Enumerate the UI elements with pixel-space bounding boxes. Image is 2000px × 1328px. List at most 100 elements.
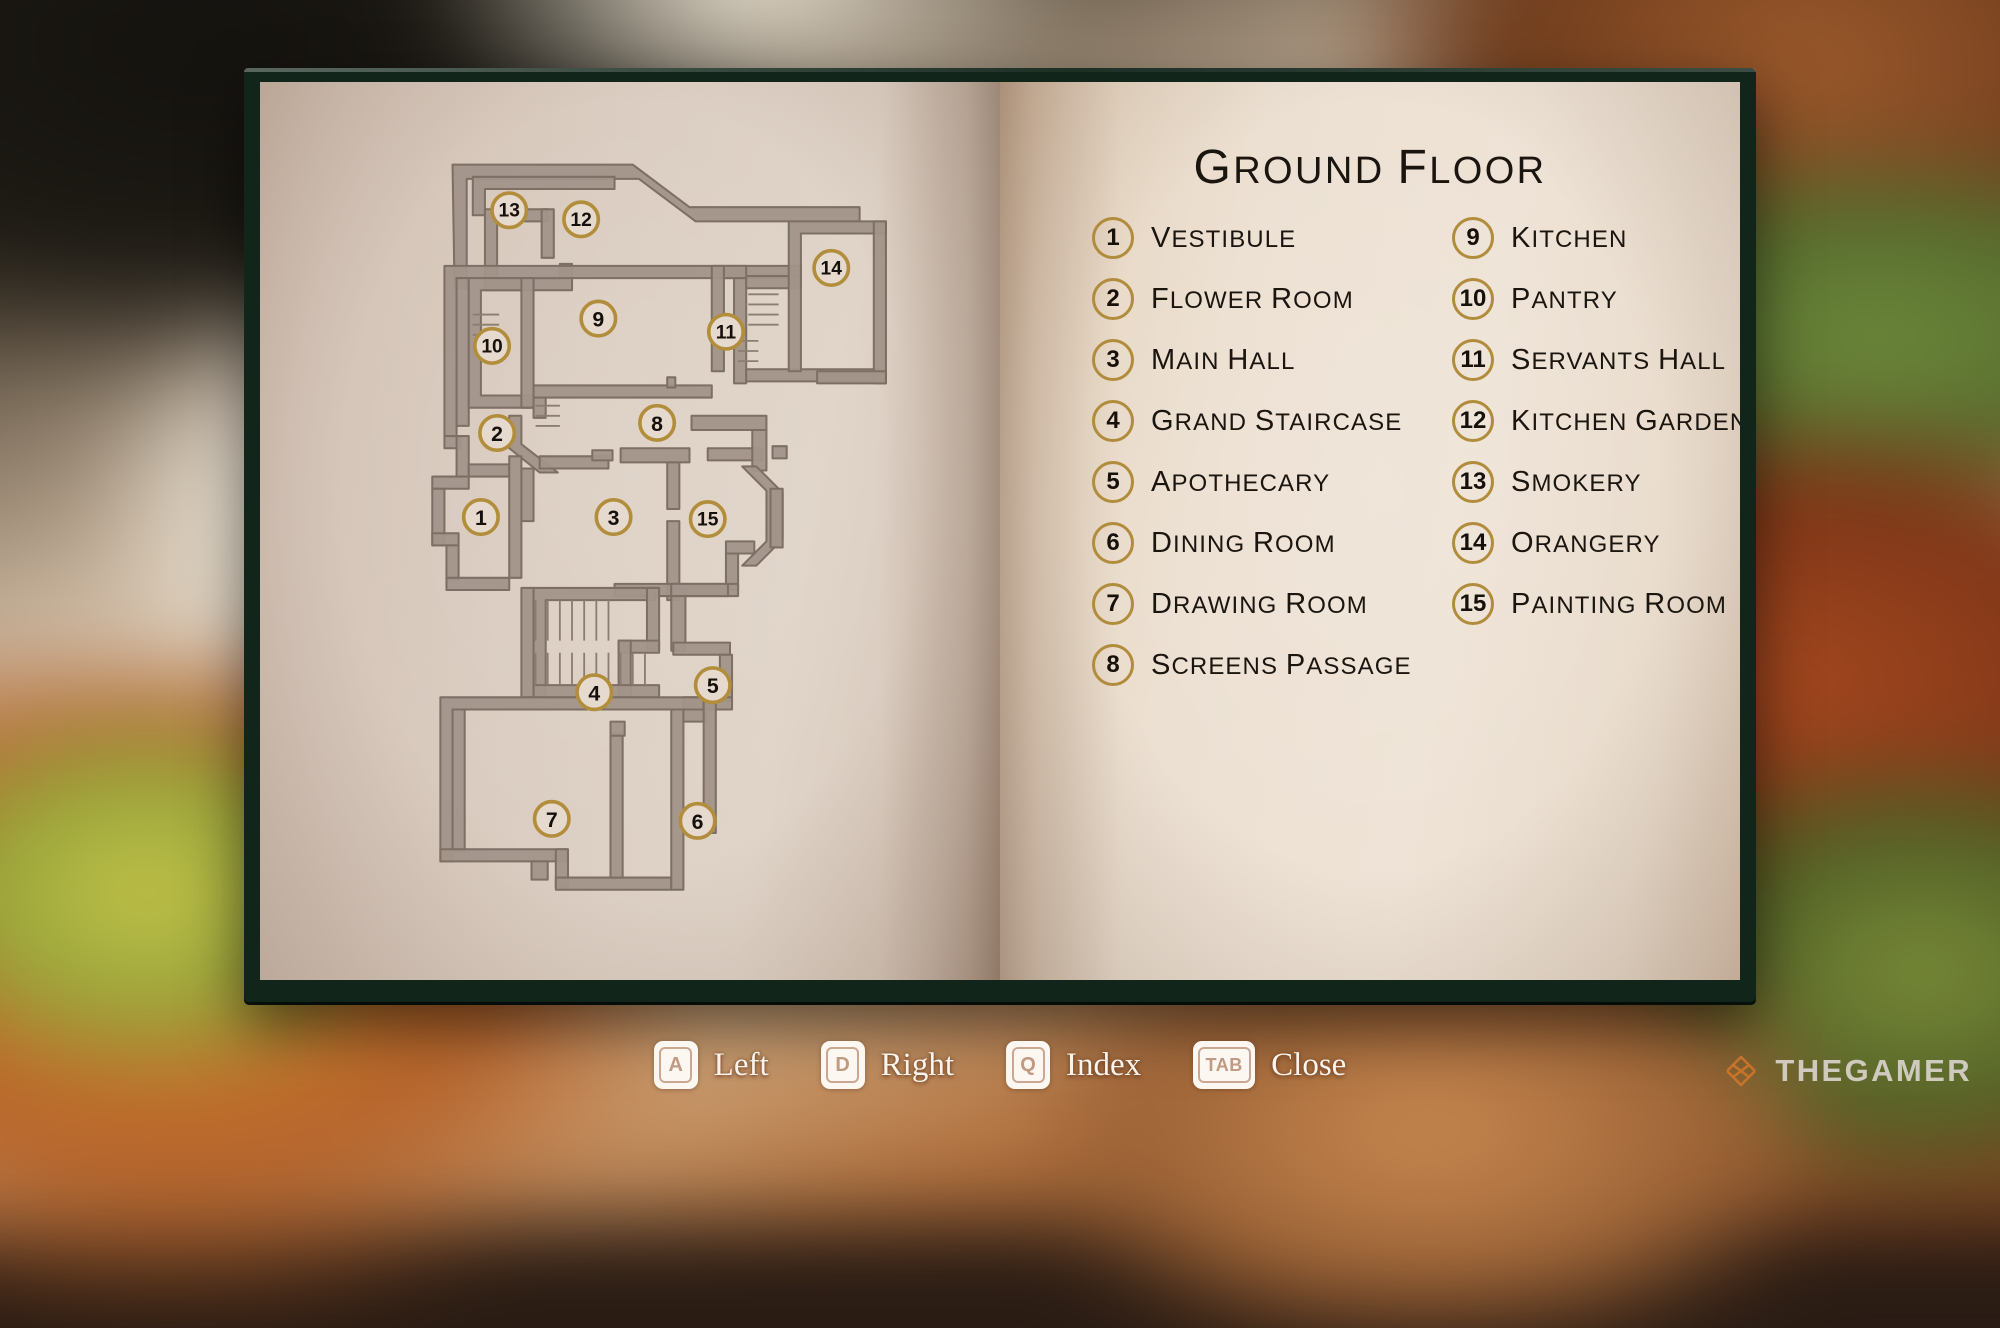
book-cover-highlight [244,68,1756,72]
map-marker: 2 [478,413,517,453]
map-marker: 9 [579,299,618,338]
legend-label: SERVANTS HALL [1511,343,1727,376]
svg-text:9: 9 [592,308,604,332]
map-marker: 14 [812,248,851,287]
legend-label: APOTHECARY [1151,465,1331,498]
map-marker: 8 [638,403,677,442]
map-marker: 13 [490,191,529,230]
svg-text:6: 6 [692,810,704,834]
legend-item[interactable]: 2 FLOWER ROOM [1092,275,1392,323]
svg-text:13: 13 [499,201,520,222]
key-d-icon: D [820,1041,865,1089]
key-tab-icon: TAB [1193,1041,1256,1089]
legend-label: DRAWING ROOM [1151,587,1368,620]
legend-number: 8 [1092,644,1134,686]
watermark: THEGAMER [1721,1051,1972,1091]
book-pages: 1 2 3 4 5 6 7 8 9 10 11 12 13 14 15 GROU… [260,82,1740,980]
svg-text:4: 4 [588,681,600,705]
legend-label: GRAND STAIRCASE [1151,404,1403,437]
legend-item[interactable]: 10 PANTRY [1452,275,1740,323]
legend-label: MAIN HALL [1151,343,1296,376]
control-hint-left[interactable]: A Left [653,1041,769,1089]
map-marker: 11 [706,312,745,351]
map-marker: 1 [461,498,500,537]
legend-label: KITCHEN [1511,221,1628,254]
legend-number: 15 [1452,583,1494,625]
map-marker: 6 [678,801,717,840]
svg-text:12: 12 [570,210,591,231]
control-label: Right [880,1046,954,1083]
svg-text:1: 1 [475,506,487,530]
svg-text:14: 14 [821,258,843,279]
legend-item[interactable]: 7 DRAWING ROOM [1092,580,1392,628]
legend-number: 13 [1452,461,1494,503]
legend-label: PAINTING ROOM [1511,587,1727,620]
svg-text:2: 2 [491,422,503,446]
legend-item[interactable]: 11 SERVANTS HALL [1452,336,1740,384]
legend-number: 6 [1092,522,1134,564]
control-hint-index[interactable]: Q Index [1006,1041,1141,1089]
legend-item[interactable]: 4 GRAND STAIRCASE [1092,397,1401,445]
control-hint-close[interactable]: TAB Close [1193,1041,1346,1089]
map-marker: 10 [472,326,512,365]
legend-number: 5 [1092,461,1134,503]
page-title: GROUND FLOOR [1193,141,1547,194]
map-marker: 12 [562,200,601,239]
legend-item[interactable]: 13 SMOKERY [1452,458,1740,506]
legend-number: 11 [1452,339,1494,381]
control-hint-bar: A Left D Right Q Index TAB Close [0,1035,2000,1095]
legend-column-right: 9 KITCHEN 10 PANTRY 11 SERVANTS HALL 12 … [1452,214,1740,702]
legend-label: DINING ROOM [1151,526,1336,559]
svg-text:15: 15 [697,510,719,531]
right-page-legend: GROUND FLOOR 1 VESTIBULE 2 FLOWER ROOM 3… [1000,82,1740,980]
legend-label: KITCHEN GARDEN [1511,404,1740,437]
control-label: Close [1271,1046,1347,1083]
svg-text:11: 11 [716,322,737,343]
legend-number: 9 [1452,217,1494,259]
svg-text:10: 10 [481,336,502,357]
svg-text:3: 3 [608,506,620,530]
legend-item[interactable]: 8 SCREENS PASSAGE [1092,641,1411,689]
left-page-map: 1 2 3 4 5 6 7 8 9 10 11 12 13 14 15 [260,82,1000,980]
legend-label: PANTRY [1511,282,1618,315]
map-marker: 5 [693,666,732,705]
legend-label: VESTIBULE [1151,221,1297,254]
svg-text:5: 5 [707,674,719,698]
open-book: 1 2 3 4 5 6 7 8 9 10 11 12 13 14 15 GROU… [244,68,1756,1002]
legend-label: FLOWER ROOM [1151,282,1354,315]
watermark-text: THEGAMER [1775,1053,1972,1088]
legend-item[interactable]: 6 DINING ROOM [1092,519,1392,567]
map-marker: 15 [688,500,727,539]
legend-number: 7 [1092,583,1134,625]
map-marker: 7 [532,799,571,838]
map-marker: 3 [594,498,633,537]
legend-number: 4 [1092,400,1134,442]
key-a-icon: A [653,1041,698,1089]
control-label: Index [1066,1046,1142,1083]
svg-text:7: 7 [546,808,558,832]
legend-item[interactable]: 1 VESTIBULE [1092,214,1392,262]
legend-number: 10 [1452,278,1494,320]
floor-plan: 1 2 3 4 5 6 7 8 9 10 11 12 13 14 15 [320,112,980,912]
legend-item[interactable]: 9 KITCHEN [1452,214,1740,262]
legend-label: ORANGERY [1511,526,1661,559]
thegamer-logo-icon [1726,1055,1757,1087]
legend-item[interactable]: 5 APOTHECARY [1092,458,1392,506]
legend-number: 1 [1092,217,1134,259]
legend-label: SCREENS PASSAGE [1151,648,1412,681]
legend-item[interactable]: 15 PAINTING ROOM [1452,580,1740,628]
legend-item[interactable]: 14 ORANGERY [1452,519,1740,567]
control-label: Left [713,1046,769,1083]
svg-text:8: 8 [651,412,663,436]
legend-item[interactable]: 3 MAIN HALL [1092,336,1392,384]
control-hint-right[interactable]: D Right [820,1041,954,1089]
legend-number: 14 [1452,522,1494,564]
legend-column-left: 1 VESTIBULE 2 FLOWER ROOM 3 MAIN HALL 4 … [1092,214,1411,702]
legend-number: 12 [1452,400,1494,442]
legend-number: 2 [1092,278,1134,320]
map-marker: 4 [575,673,614,712]
legend-label: SMOKERY [1511,465,1642,498]
key-q-icon: Q [1006,1041,1050,1089]
legend-item[interactable]: 12 KITCHEN GARDEN [1452,397,1740,445]
legend-number: 3 [1092,339,1134,381]
